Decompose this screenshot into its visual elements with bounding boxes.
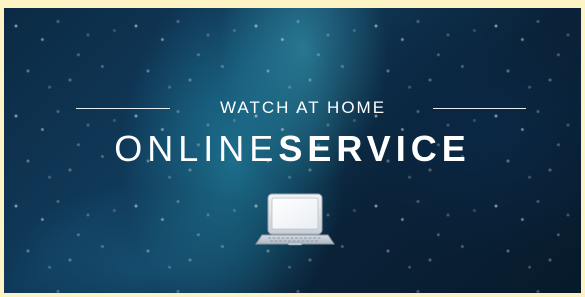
tagline: WATCH AT HOME	[219, 98, 387, 117]
tagline-row: WATCH AT HOME	[4, 96, 581, 120]
headline-bold-text: SERVICE	[278, 128, 471, 169]
tagline-left-divider	[76, 108, 170, 109]
online-service-banner: WATCH AT HOME ONLINESERVICE	[4, 8, 581, 293]
headline: ONLINESERVICE	[4, 130, 581, 168]
headline-light-text: ONLINE	[114, 128, 279, 169]
laptop-icon-svg	[255, 193, 335, 246]
tagline-right-divider	[433, 108, 526, 109]
laptop-icon	[254, 192, 336, 252]
banner-frame: WATCH AT HOME ONLINESERVICE	[0, 0, 585, 297]
